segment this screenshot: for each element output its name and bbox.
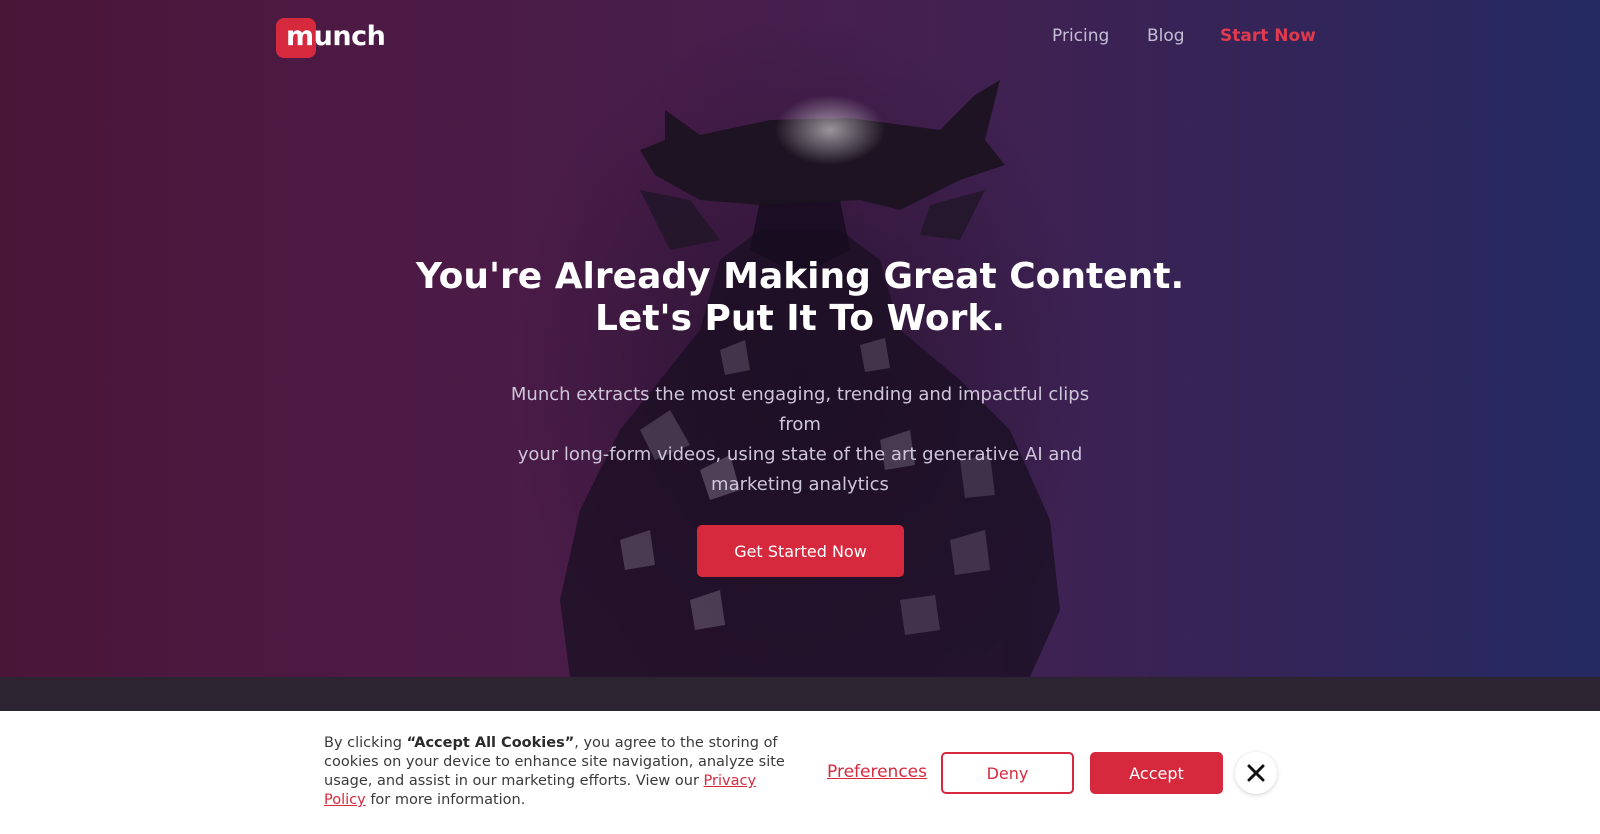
cookie-text-bold: “Accept All Cookies” [406, 735, 575, 751]
cookie-banner: By clicking “Accept All Cookies”, you ag… [0, 711, 1600, 834]
subtext-line-2: your long-form videos, using state of th… [517, 444, 1083, 465]
accept-button[interactable]: Accept [1090, 752, 1223, 794]
deny-button[interactable]: Deny [941, 752, 1074, 794]
close-cookie-button[interactable] [1235, 752, 1277, 794]
hero-headline: You're Already Making Great Content. Let… [300, 256, 1300, 340]
hero-section: munch Pricing Blog Start Now You're Alre… [0, 0, 1600, 677]
nav-link-blog[interactable]: Blog [1147, 26, 1185, 46]
get-started-button[interactable]: Get Started Now [697, 525, 904, 577]
headline-line-2: Let's Put It To Work. [594, 298, 1005, 339]
cookie-text-after: for more information. [365, 792, 526, 808]
hero-subtext: Munch extracts the most engaging, trendi… [490, 380, 1110, 500]
nav-link-start-now[interactable]: Start Now [1220, 26, 1316, 46]
subtext-line-1: Munch extracts the most engaging, trendi… [510, 384, 1090, 435]
nav-link-pricing[interactable]: Pricing [1052, 26, 1109, 46]
top-navigation: munch Pricing Blog Start Now [0, 0, 1600, 76]
subtext-line-3: marketing analytics [711, 474, 889, 495]
cookie-message: By clicking “Accept All Cookies”, you ag… [324, 734, 802, 810]
close-icon [1247, 764, 1265, 782]
preferences-link[interactable]: Preferences [827, 762, 927, 782]
headline-line-1: You're Already Making Great Content. [415, 256, 1185, 297]
munch-logo[interactable]: munch [276, 18, 386, 58]
logo-text: munch [286, 20, 386, 52]
cookie-text-before: By clicking [324, 735, 407, 751]
